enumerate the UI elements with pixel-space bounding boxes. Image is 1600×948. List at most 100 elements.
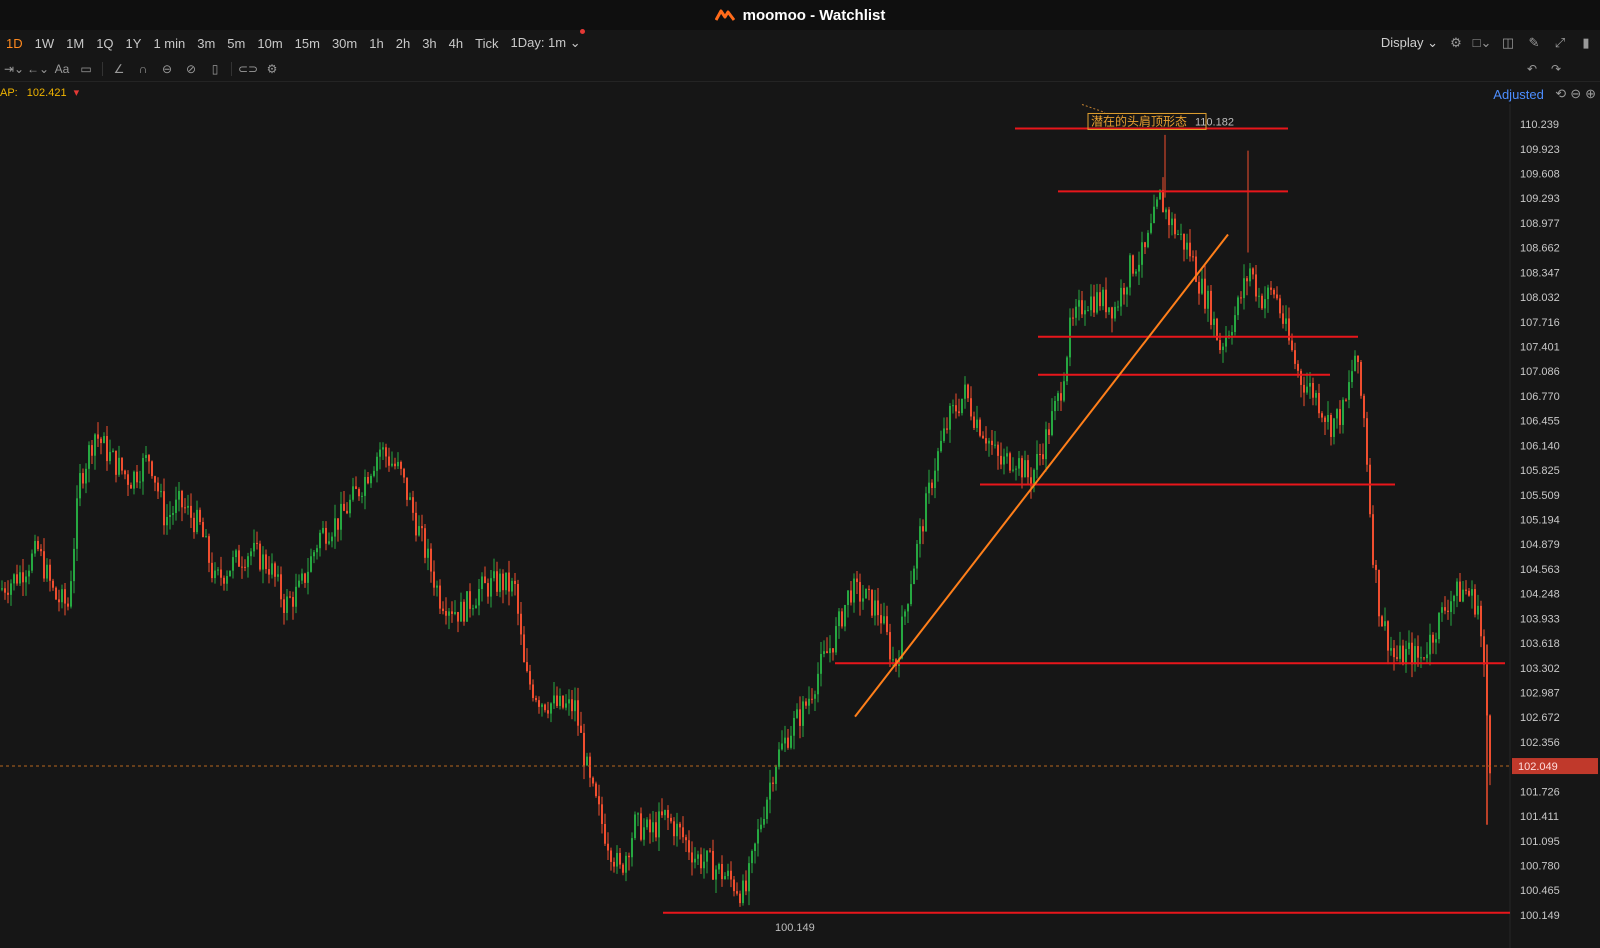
lock-icon[interactable]: ⊖ <box>159 61 175 77</box>
candle-body <box>751 850 753 864</box>
candle-body <box>49 564 51 581</box>
candle-body <box>625 855 627 873</box>
candle-body <box>970 398 972 417</box>
candle-body <box>457 612 459 622</box>
candle-body <box>244 566 246 568</box>
candle-body <box>1456 581 1458 596</box>
candle-body <box>1330 414 1332 437</box>
candle-body <box>292 597 294 607</box>
timeframe-1q[interactable]: 1Q <box>90 36 119 51</box>
y-tick-label: 104.248 <box>1520 589 1560 601</box>
candle-body <box>520 613 522 635</box>
side-panel-icon[interactable]: ▮ <box>1578 35 1594 51</box>
chevron-down-icon[interactable]: ⌄ <box>566 35 581 50</box>
line-tool-icon[interactable]: ∠ <box>111 61 127 77</box>
candle-body <box>565 703 567 708</box>
hide-icon[interactable]: ⊘ <box>183 61 199 77</box>
candle-body <box>910 584 912 605</box>
timeframe-10m[interactable]: 10m <box>251 36 288 51</box>
zoom-in-icon[interactable]: ⊕ <box>1585 86 1596 102</box>
pencil-icon[interactable]: ✎ <box>1526 35 1542 51</box>
candle-body <box>1102 289 1104 307</box>
redo-icon[interactable]: ↷ <box>1548 61 1564 77</box>
settings-icon[interactable]: ⚙ <box>1448 35 1464 51</box>
candle-body <box>1042 454 1044 460</box>
display-label: Display <box>1380 35 1424 50</box>
timeframe-1h[interactable]: 1h <box>363 36 389 51</box>
timeframe-3m[interactable]: 3m <box>191 36 221 51</box>
timeframe-1w[interactable]: 1W <box>29 36 61 51</box>
y-tick-label: 107.401 <box>1520 341 1560 353</box>
fullscreen-icon[interactable]: ⤢ <box>1552 35 1568 51</box>
timeframe-2h[interactable]: 2h <box>390 36 416 51</box>
candle-body <box>193 517 195 533</box>
y-tick-label: 102.356 <box>1520 737 1560 749</box>
y-tick-label: 105.509 <box>1520 490 1560 502</box>
price-chart[interactable]: 110.239 109.923 109.608 109.293 108.977 108.6… <box>0 104 1600 948</box>
caret-down-icon[interactable]: ▾ <box>74 87 80 99</box>
y-tick-label: 106.140 <box>1520 440 1560 452</box>
candle-body <box>10 583 12 595</box>
candle-body <box>1057 393 1059 401</box>
candle-body <box>4 588 6 593</box>
candle-body <box>1435 639 1437 643</box>
candle-body <box>253 542 255 552</box>
timeframe-1m[interactable]: 1M <box>60 36 90 51</box>
y-tick-label: 100.465 <box>1520 885 1560 897</box>
candle-body <box>70 581 72 607</box>
timeframe-toolbar: 1D 1W 1M 1Q 1Y 1 min 3m 5m 10m 15m 30m 1h 2h 3h 4h Tick… <box>0 29 1600 56</box>
candle-body <box>904 611 906 617</box>
layout-icon[interactable]: □⌄ <box>1473 35 1492 51</box>
timeframe-3h[interactable]: 3h <box>416 36 442 51</box>
candle-body <box>304 573 306 583</box>
link-icon[interactable]: ⊂⊃ <box>238 61 258 77</box>
candle-body <box>46 564 48 579</box>
vwap-indicator[interactable]: AP: 102.421 ▾ <box>0 86 79 99</box>
fit-icon[interactable]: ⇥⌄ <box>4 61 24 77</box>
zoom-out-icon[interactable]: ⊖ <box>1570 86 1581 102</box>
candle-body <box>154 476 156 483</box>
candle-body <box>877 600 879 616</box>
candle-body <box>619 852 621 865</box>
adjusted-control[interactable]: Adjusted ⟲ ⊖ ⊕ <box>1493 86 1596 102</box>
candle-body <box>754 843 756 851</box>
trend-line[interactable] <box>854 233 1229 718</box>
reset-icon[interactable]: ⟲ <box>1555 86 1566 102</box>
text-size-icon[interactable]: Aa <box>54 61 70 77</box>
timeframe-5m[interactable]: 5m <box>221 36 251 51</box>
gear-icon[interactable]: ⚙ <box>264 61 280 77</box>
candle-body <box>469 591 471 609</box>
candle-body <box>481 576 483 590</box>
timeframe-30m[interactable]: 30m <box>326 36 363 51</box>
candle-body <box>526 662 528 672</box>
candle-body <box>730 870 732 880</box>
candle-body <box>658 811 660 838</box>
camera-icon[interactable]: ◫ <box>1500 35 1516 51</box>
candle-body <box>643 827 645 840</box>
candle-body <box>286 596 288 613</box>
candle-body <box>1183 233 1185 250</box>
candle-body <box>1414 646 1416 665</box>
y-tick-label: 109.293 <box>1520 193 1560 205</box>
candle-body <box>370 475 372 484</box>
arrow-left-icon[interactable]: ←⌄ <box>27 61 49 77</box>
candle-body <box>862 598 864 602</box>
undo-icon[interactable]: ↶ <box>1524 61 1540 77</box>
timeframe-tick[interactable]: Tick <box>469 36 504 51</box>
display-dropdown[interactable]: Display ⌄ <box>1381 35 1438 51</box>
comment-icon[interactable]: ▭ <box>78 61 94 77</box>
magnet-icon[interactable]: ∩ <box>135 61 151 77</box>
candle-body <box>1291 340 1293 351</box>
candle-body <box>1474 589 1476 615</box>
candle-body <box>145 455 147 458</box>
timeframe-1-min[interactable]: 1 min <box>147 36 191 51</box>
timeframe-15m[interactable]: 15m <box>289 36 326 51</box>
candle-body <box>1258 295 1260 297</box>
timeframe-1y[interactable]: 1Y <box>120 36 148 51</box>
timeframe-4h[interactable]: 4h <box>443 36 469 51</box>
timeframe-1day-1m[interactable]: 1Day: 1m ⌄ <box>504 29 586 51</box>
candle-body <box>826 651 828 654</box>
candle-body <box>52 580 54 588</box>
trash-icon[interactable]: ▯ <box>207 61 223 77</box>
timeframe-1d[interactable]: 1D <box>0 36 29 51</box>
